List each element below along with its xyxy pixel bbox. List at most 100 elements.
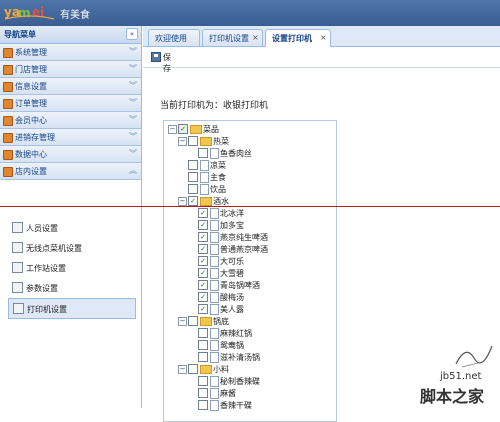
tree-checkbox[interactable]: ✓ xyxy=(188,196,198,206)
collapse-toggle-icon[interactable]: − xyxy=(168,125,177,134)
tab-item[interactable]: 设置打印机 × xyxy=(265,29,331,47)
tree-checkbox[interactable]: ✓ xyxy=(198,220,208,230)
collapse-toggle-icon[interactable]: − xyxy=(178,137,187,146)
sidebar-header: 导航菜单 « xyxy=(0,26,141,44)
sidebar-menu-item[interactable]: 会员中心 ︾ xyxy=(0,112,141,129)
menu-tree: − ✓ 菜品 − 热菜 鱼香肉丝 凉菜 主食 饮品 − ✓ 酒水 ✓ 北冰洋 ✓ 加多宝 ✓ 燕京纯生啤酒 ✓ 普通燕… xyxy=(163,120,337,422)
tree-checkbox[interactable]: ✓ xyxy=(198,244,208,254)
document-icon xyxy=(210,388,219,399)
sidebar-item[interactable]: 参数设置 xyxy=(8,278,134,297)
tree-checkbox[interactable]: ✓ xyxy=(178,124,188,134)
tab-label: 欢迎使用 xyxy=(155,34,187,43)
tree-node-label: 普通燕京啤酒 xyxy=(220,245,268,254)
tree-node-label: 燕京纯生啤酒 xyxy=(220,233,268,242)
document-icon xyxy=(200,172,209,183)
folder-icon xyxy=(3,82,13,92)
double-chevron-down-icon[interactable]: ︾ xyxy=(129,148,137,159)
tree-node-label: 酸梅汤 xyxy=(220,293,244,302)
double-chevron-left-icon[interactable]: « xyxy=(126,28,138,40)
sidebar-title: 导航菜单 xyxy=(4,30,36,39)
tree-checkbox[interactable] xyxy=(198,388,208,398)
double-chevron-down-icon[interactable]: ︾ xyxy=(129,80,137,91)
tree-checkbox[interactable]: ✓ xyxy=(198,256,208,266)
sidebar: 导航菜单 « 系统管理 ︾ 门店管理 ︾ 信息设置 ︾ 订单管理 ︾ 会员中心 ︾ 进销存管理 ︾ 数据… xyxy=(0,26,142,408)
tree-checkbox[interactable]: ✓ xyxy=(198,280,208,290)
device-icon xyxy=(12,282,23,293)
tree-node-label: 锅底 xyxy=(213,317,229,326)
document-icon xyxy=(210,232,219,243)
tree-checkbox[interactable] xyxy=(198,376,208,386)
sidebar-item-label: 无线点菜机设置 xyxy=(26,244,82,253)
collapse-toggle-icon[interactable]: − xyxy=(178,317,187,326)
device-icon xyxy=(12,262,23,273)
tree-checkbox[interactable] xyxy=(198,352,208,362)
tree-checkbox[interactable] xyxy=(188,160,198,170)
tree-checkbox[interactable] xyxy=(198,400,208,410)
tree-checkbox[interactable]: ✓ xyxy=(198,232,208,242)
sidebar-menu-item[interactable]: 店内设置 ︽ xyxy=(0,163,141,180)
document-icon xyxy=(210,256,219,267)
sidebar-item-label: 参数设置 xyxy=(26,284,58,293)
folder-icon xyxy=(3,116,13,126)
double-chevron-down-icon[interactable]: ︾ xyxy=(129,97,137,108)
tree-checkbox[interactable]: ✓ xyxy=(198,304,208,314)
sidebar-item[interactable]: 人员设置 xyxy=(8,218,134,237)
collapse-toggle-icon[interactable]: − xyxy=(178,197,187,206)
document-icon xyxy=(210,220,219,231)
tree-checkbox[interactable] xyxy=(188,364,198,374)
tree-node-label: 麻酱 xyxy=(220,389,236,398)
tab-item[interactable]: 欢迎使用 xyxy=(148,29,200,46)
tree-node-label: 大可乐 xyxy=(220,257,244,266)
sidebar-menu-label: 系统管理 xyxy=(15,48,47,57)
sidebar-menu-item[interactable]: 订单管理 ︾ xyxy=(0,95,141,112)
tree-checkbox[interactable] xyxy=(188,136,198,146)
collapse-toggle-icon[interactable]: − xyxy=(178,365,187,374)
app-header: ya m ei 有美食 xyxy=(0,0,500,26)
tree-checkbox[interactable] xyxy=(188,184,198,194)
tab-label: 打印机设置 xyxy=(209,34,249,43)
sidebar-menu-item[interactable]: 系统管理 ︾ xyxy=(0,44,141,61)
tree-node-label: 饮品 xyxy=(210,185,226,194)
tree-checkbox[interactable] xyxy=(198,148,208,158)
sidebar-item[interactable]: 打印机设置 xyxy=(8,298,136,319)
tree-node-label: 秘制香辣碟 xyxy=(220,377,260,386)
tree-checkbox[interactable] xyxy=(188,316,198,326)
tree-checkbox[interactable] xyxy=(198,340,208,350)
folder-icon xyxy=(3,99,13,109)
tree-node-label: 加多宝 xyxy=(220,221,244,230)
sidebar-menu-item[interactable]: 门店管理 ︾ xyxy=(0,61,141,78)
tree-node-label: 菜品 xyxy=(203,125,219,134)
sidebar-menu-label: 会员中心 xyxy=(15,116,47,125)
tab-item[interactable]: 打印机设置 × xyxy=(202,29,263,46)
double-chevron-down-icon[interactable]: ︾ xyxy=(129,131,137,142)
double-chevron-down-icon[interactable]: ︾ xyxy=(129,114,137,125)
close-icon[interactable]: × xyxy=(252,33,259,42)
double-chevron-up-icon[interactable]: ︽ xyxy=(129,165,137,176)
svg-text:m: m xyxy=(18,6,31,20)
folder-icon xyxy=(200,197,212,206)
document-icon xyxy=(210,268,219,279)
document-icon xyxy=(210,352,219,363)
app-logo: ya m ei xyxy=(4,5,55,20)
double-chevron-down-icon[interactable]: ︾ xyxy=(129,63,137,74)
double-chevron-down-icon[interactable]: ︾ xyxy=(129,46,137,57)
sidebar-menu-item[interactable]: 数据中心 ︾ xyxy=(0,146,141,163)
tree-checkbox[interactable]: ✓ xyxy=(198,208,208,218)
tree-node-label: 小料 xyxy=(213,365,229,374)
tree-checkbox[interactable] xyxy=(198,328,208,338)
close-icon[interactable]: × xyxy=(320,33,327,42)
sidebar-menu-item[interactable]: 进销存管理 ︾ xyxy=(0,129,141,146)
sidebar-menu-label: 店内设置 xyxy=(15,167,47,176)
tree-checkbox[interactable] xyxy=(188,172,198,182)
tree-checkbox[interactable]: ✓ xyxy=(198,268,208,278)
sidebar-menu-label: 数据中心 xyxy=(15,150,47,159)
sidebar-item[interactable]: 工作站设置 xyxy=(8,258,134,277)
tree-checkbox[interactable]: ✓ xyxy=(198,292,208,302)
sidebar-menu-item[interactable]: 信息设置 ︾ xyxy=(0,78,141,95)
folder-icon xyxy=(3,48,13,58)
sidebar-item[interactable]: 无线点菜机设置 xyxy=(8,238,134,257)
tree-node-label: 青岛锅啤酒 xyxy=(220,281,260,290)
watermark-site: jb51.net xyxy=(440,371,482,382)
toolbar: 保存 xyxy=(143,47,500,73)
tree-node-label: 热菜 xyxy=(213,137,229,146)
